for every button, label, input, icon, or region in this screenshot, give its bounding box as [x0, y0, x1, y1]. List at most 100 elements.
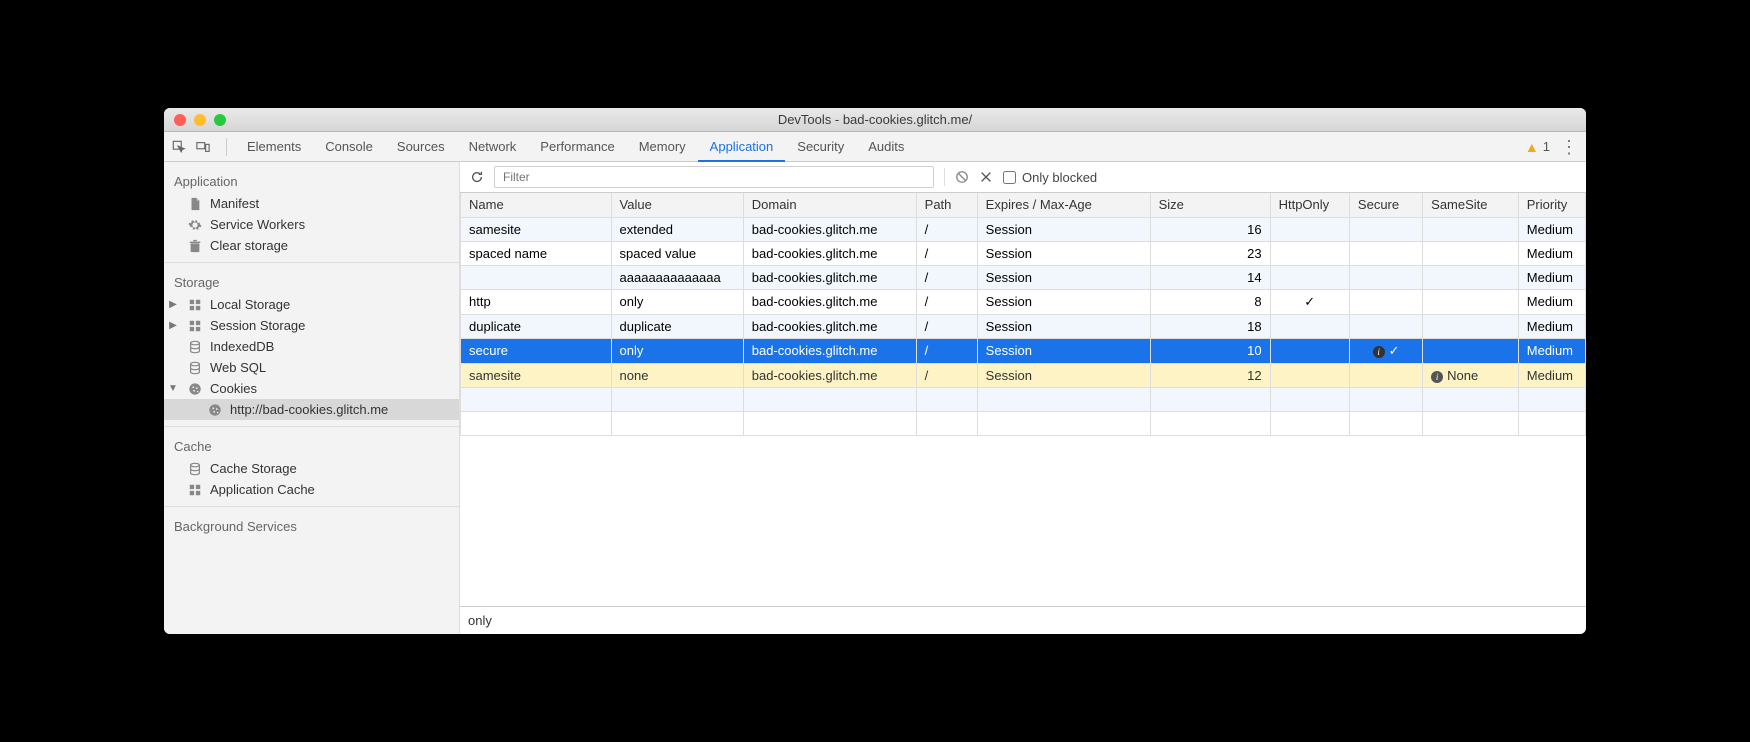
cell-samesite — [1423, 265, 1519, 289]
tab-bar: ElementsConsoleSourcesNetworkPerformance… — [164, 132, 1586, 162]
warning-icon: ▲ — [1525, 139, 1539, 155]
tab-audits[interactable]: Audits — [856, 132, 916, 162]
column-header[interactable]: Path — [916, 193, 977, 217]
cell-secure — [1349, 265, 1422, 289]
tab-elements[interactable]: Elements — [235, 132, 313, 162]
column-header[interactable]: Size — [1150, 193, 1270, 217]
main-panel: Only blocked NameValueDomainPathExpires … — [460, 162, 1586, 634]
table-row[interactable]: secureonlybad-cookies.glitch.me/Session1… — [461, 338, 1586, 363]
grid-icon — [188, 483, 202, 497]
empty-row — [461, 387, 1586, 411]
tab-performance[interactable]: Performance — [528, 132, 626, 162]
cell-domain: bad-cookies.glitch.me — [743, 338, 916, 363]
sidebar-item-clear-storage[interactable]: Clear storage — [164, 235, 459, 256]
sidebar-item-application-cache[interactable]: Application Cache — [164, 479, 459, 500]
cell-expires: Session — [977, 363, 1150, 387]
db-icon — [188, 340, 202, 354]
cell-httponly — [1270, 338, 1349, 363]
sidebar-item-cookie-origin[interactable]: http://bad-cookies.glitch.me — [164, 399, 459, 420]
sidebar-item-label: Cookies — [210, 381, 257, 396]
tab-application[interactable]: Application — [698, 132, 786, 162]
sidebar-item-indexeddb[interactable]: IndexedDB — [164, 336, 459, 357]
cell-path: / — [916, 314, 977, 338]
sidebar-item-cookies[interactable]: ▼Cookies — [164, 378, 459, 399]
cell-domain: bad-cookies.glitch.me — [743, 289, 916, 314]
column-header[interactable]: Value — [611, 193, 743, 217]
inspect-icon[interactable] — [172, 140, 186, 154]
table-row[interactable]: samesiteextendedbad-cookies.glitch.me/Se… — [461, 217, 1586, 241]
tab-memory[interactable]: Memory — [627, 132, 698, 162]
only-blocked-checkbox[interactable] — [1003, 171, 1016, 184]
column-header[interactable]: Name — [461, 193, 612, 217]
cell-name: secure — [461, 338, 612, 363]
zoom-window-button[interactable] — [214, 114, 226, 126]
cell-value: spaced value — [611, 241, 743, 265]
sidebar-item-session-storage[interactable]: ▶Session Storage — [164, 315, 459, 336]
cell-priority: Medium — [1518, 241, 1585, 265]
cell-path: / — [916, 217, 977, 241]
minimize-window-button[interactable] — [194, 114, 206, 126]
column-header[interactable]: Domain — [743, 193, 916, 217]
cell-path: / — [916, 265, 977, 289]
cell-value: aaaaaaaaaaaaaa — [611, 265, 743, 289]
cell-name: spaced name — [461, 241, 612, 265]
sidebar-item-service-workers[interactable]: Service Workers — [164, 214, 459, 235]
column-header[interactable]: SameSite — [1423, 193, 1519, 217]
sidebar-section-title: Background Services — [164, 513, 459, 538]
cell-samesite — [1423, 289, 1519, 314]
cell-priority: Medium — [1518, 217, 1585, 241]
cell-secure — [1349, 241, 1422, 265]
close-window-button[interactable] — [174, 114, 186, 126]
cookies-table: NameValueDomainPathExpires / Max-AgeSize… — [460, 193, 1586, 436]
tab-security[interactable]: Security — [785, 132, 856, 162]
column-header[interactable]: Priority — [1518, 193, 1585, 217]
sidebar-item-label: Web SQL — [210, 360, 266, 375]
cell-value: only — [611, 338, 743, 363]
more-menu-icon[interactable]: ⋮ — [1560, 141, 1578, 153]
tab-console[interactable]: Console — [313, 132, 385, 162]
sidebar-item-label: Local Storage — [210, 297, 290, 312]
table-row[interactable]: httponlybad-cookies.glitch.me/Session8✓M… — [461, 289, 1586, 314]
cell-name: http — [461, 289, 612, 314]
delete-selected-icon[interactable] — [979, 170, 993, 184]
cell-samesite — [1423, 241, 1519, 265]
cell-domain: bad-cookies.glitch.me — [743, 241, 916, 265]
cell-size: 12 — [1150, 363, 1270, 387]
cell-size: 16 — [1150, 217, 1270, 241]
table-row[interactable]: duplicateduplicatebad-cookies.glitch.me/… — [461, 314, 1586, 338]
cell-samesite — [1423, 338, 1519, 363]
cell-domain: bad-cookies.glitch.me — [743, 217, 916, 241]
table-row[interactable]: spaced namespaced valuebad-cookies.glitc… — [461, 241, 1586, 265]
warning-badge[interactable]: ▲ 1 — [1525, 139, 1550, 155]
tab-network[interactable]: Network — [457, 132, 529, 162]
sidebar: ApplicationManifestService WorkersClear … — [164, 162, 460, 634]
sidebar-item-cache-storage[interactable]: Cache Storage — [164, 458, 459, 479]
sidebar-item-label: IndexedDB — [210, 339, 274, 354]
table-row[interactable]: samesitenonebad-cookies.glitch.me/Sessio… — [461, 363, 1586, 387]
device-icon[interactable] — [196, 140, 210, 154]
filter-input[interactable] — [494, 166, 934, 188]
cell-secure: i✓ — [1349, 338, 1422, 363]
sidebar-item-web-sql[interactable]: Web SQL — [164, 357, 459, 378]
cell-httponly — [1270, 314, 1349, 338]
warning-count: 1 — [1543, 139, 1550, 154]
sidebar-item-label: http://bad-cookies.glitch.me — [230, 402, 388, 417]
cell-name — [461, 265, 612, 289]
clear-all-icon[interactable] — [955, 170, 969, 184]
cell-path: / — [916, 241, 977, 265]
column-header[interactable]: HttpOnly — [1270, 193, 1349, 217]
sidebar-item-local-storage[interactable]: ▶Local Storage — [164, 294, 459, 315]
tab-sources[interactable]: Sources — [385, 132, 457, 162]
table-row[interactable]: aaaaaaaaaaaaaabad-cookies.glitch.me/Sess… — [461, 265, 1586, 289]
titlebar: DevTools - bad-cookies.glitch.me/ — [164, 108, 1586, 132]
column-header[interactable]: Expires / Max-Age — [977, 193, 1150, 217]
column-header[interactable]: Secure — [1349, 193, 1422, 217]
cell-domain: bad-cookies.glitch.me — [743, 363, 916, 387]
cell-httponly — [1270, 217, 1349, 241]
cell-samesite: iNone — [1423, 363, 1519, 387]
refresh-icon[interactable] — [470, 170, 484, 184]
cell-priority: Medium — [1518, 289, 1585, 314]
sidebar-item-label: Clear storage — [210, 238, 288, 253]
sidebar-item-manifest[interactable]: Manifest — [164, 193, 459, 214]
cell-secure — [1349, 363, 1422, 387]
